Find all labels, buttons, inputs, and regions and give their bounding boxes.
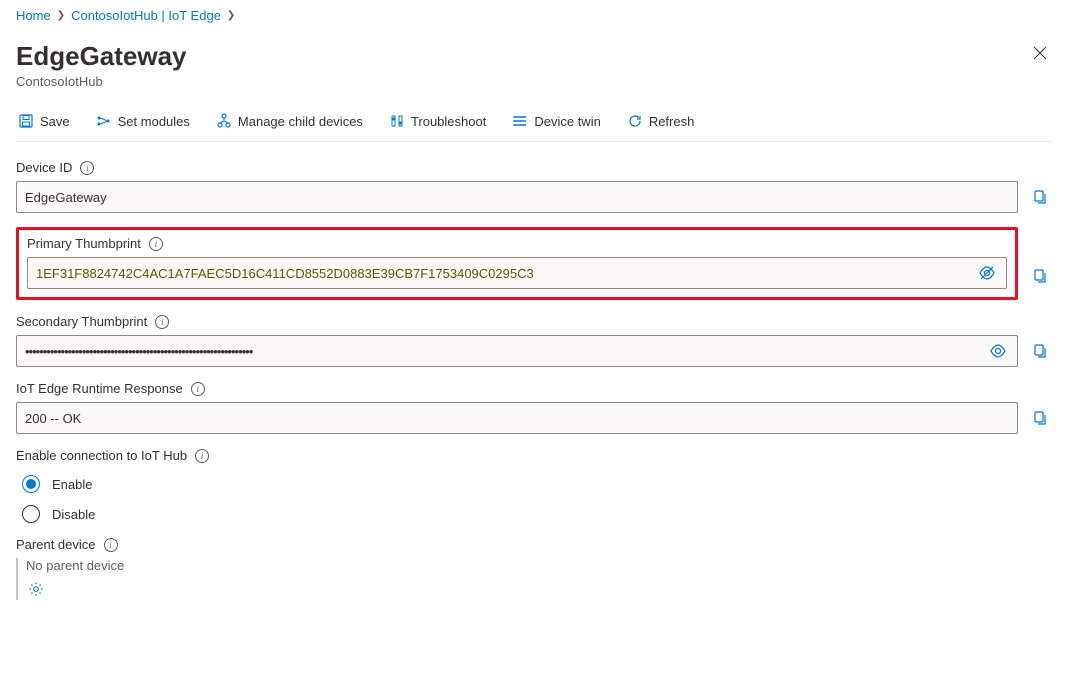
primary-thumbprint-input[interactable]: 1EF31F8824742C4AC1A7FAEC5D16C411CD8552D0… [27, 257, 1007, 289]
copy-icon [1032, 189, 1048, 205]
list-icon [512, 113, 528, 129]
toolbar-label: Device twin [534, 114, 600, 129]
toolbar-label: Troubleshoot [411, 114, 486, 129]
radio-selected-icon [22, 475, 40, 493]
copy-primary-thumbprint-button[interactable] [1028, 264, 1052, 288]
troubleshoot-button[interactable]: Troubleshoot [387, 111, 488, 131]
runtime-response-input[interactable]: 200 -- OK [16, 402, 1018, 434]
hierarchy-icon [216, 113, 232, 129]
toolbar-label: Set modules [118, 114, 190, 129]
runtime-response-value: 200 -- OK [25, 411, 81, 426]
copy-runtime-button[interactable] [1028, 406, 1052, 430]
save-button[interactable]: Save [16, 111, 72, 131]
chevron-right-icon: ❯ [57, 10, 65, 21]
gear-icon [28, 581, 44, 597]
copy-secondary-thumbprint-button[interactable] [1028, 339, 1052, 363]
toolbar-label: Save [40, 114, 70, 129]
close-button[interactable] [1028, 41, 1052, 65]
parent-device-label: Parent device [16, 537, 96, 552]
secondary-thumbprint-label: Secondary Thumbprint [16, 314, 147, 329]
modules-icon [96, 113, 112, 129]
reveal-secondary-thumbprint-button[interactable] [985, 338, 1011, 364]
copy-device-id-button[interactable] [1028, 185, 1052, 209]
troubleshoot-icon [389, 113, 405, 129]
secondary-thumbprint-input[interactable]: ••••••••••••••••••••••••••••••••••••••••… [16, 335, 1018, 367]
info-icon[interactable]: i [191, 382, 205, 396]
disable-radio-label: Disable [52, 507, 95, 522]
primary-thumbprint-value: 1EF31F8824742C4AC1A7FAEC5D16C411CD8552D0… [36, 266, 534, 281]
eye-off-icon [978, 264, 996, 282]
info-icon[interactable]: i [149, 237, 163, 251]
save-icon [18, 113, 34, 129]
parent-device-box: No parent device [16, 558, 1052, 600]
enable-radio[interactable]: Enable [22, 475, 1052, 493]
refresh-icon [627, 113, 643, 129]
set-modules-button[interactable]: Set modules [94, 111, 192, 131]
copy-icon [1032, 268, 1048, 284]
device-twin-button[interactable]: Device twin [510, 111, 602, 131]
toolbar: Save Set modules Manage child devices Tr… [16, 105, 1052, 142]
info-icon[interactable]: i [155, 315, 169, 329]
info-icon[interactable]: i [195, 449, 209, 463]
breadcrumb: Home ❯ ContosoIotHub | IoT Edge ❯ [16, 8, 1052, 23]
chevron-right-icon: ❯ [227, 10, 235, 21]
disable-radio[interactable]: Disable [22, 505, 1052, 523]
refresh-button[interactable]: Refresh [625, 111, 697, 131]
secondary-thumbprint-masked: ••••••••••••••••••••••••••••••••••••••••… [25, 344, 252, 359]
close-icon [1032, 45, 1048, 61]
primary-thumbprint-highlight: Primary Thumbprint i 1EF31F8824742C4AC1A… [16, 227, 1018, 300]
copy-icon [1032, 343, 1048, 359]
configure-parent-button[interactable] [26, 579, 46, 599]
page-subtitle: ContosoIotHub [16, 74, 187, 89]
breadcrumb-hub[interactable]: ContosoIotHub | IoT Edge [71, 8, 221, 23]
device-id-input[interactable]: EdgeGateway [16, 181, 1018, 213]
primary-thumbprint-label: Primary Thumbprint [27, 236, 141, 251]
toolbar-label: Refresh [649, 114, 695, 129]
toolbar-label: Manage child devices [238, 114, 363, 129]
info-icon[interactable]: i [104, 538, 118, 552]
runtime-response-label: IoT Edge Runtime Response [16, 381, 183, 396]
enable-connection-label: Enable connection to IoT Hub [16, 448, 187, 463]
device-id-value: EdgeGateway [25, 190, 107, 205]
eye-icon [989, 342, 1007, 360]
page-title: EdgeGateway [16, 41, 187, 72]
radio-unselected-icon [22, 505, 40, 523]
breadcrumb-home[interactable]: Home [16, 8, 51, 23]
copy-icon [1032, 410, 1048, 426]
manage-child-devices-button[interactable]: Manage child devices [214, 111, 365, 131]
device-id-label: Device ID [16, 160, 72, 175]
parent-device-none: No parent device [26, 558, 1052, 573]
enable-radio-label: Enable [52, 477, 92, 492]
info-icon[interactable]: i [80, 161, 94, 175]
hide-primary-thumbprint-button[interactable] [974, 260, 1000, 286]
